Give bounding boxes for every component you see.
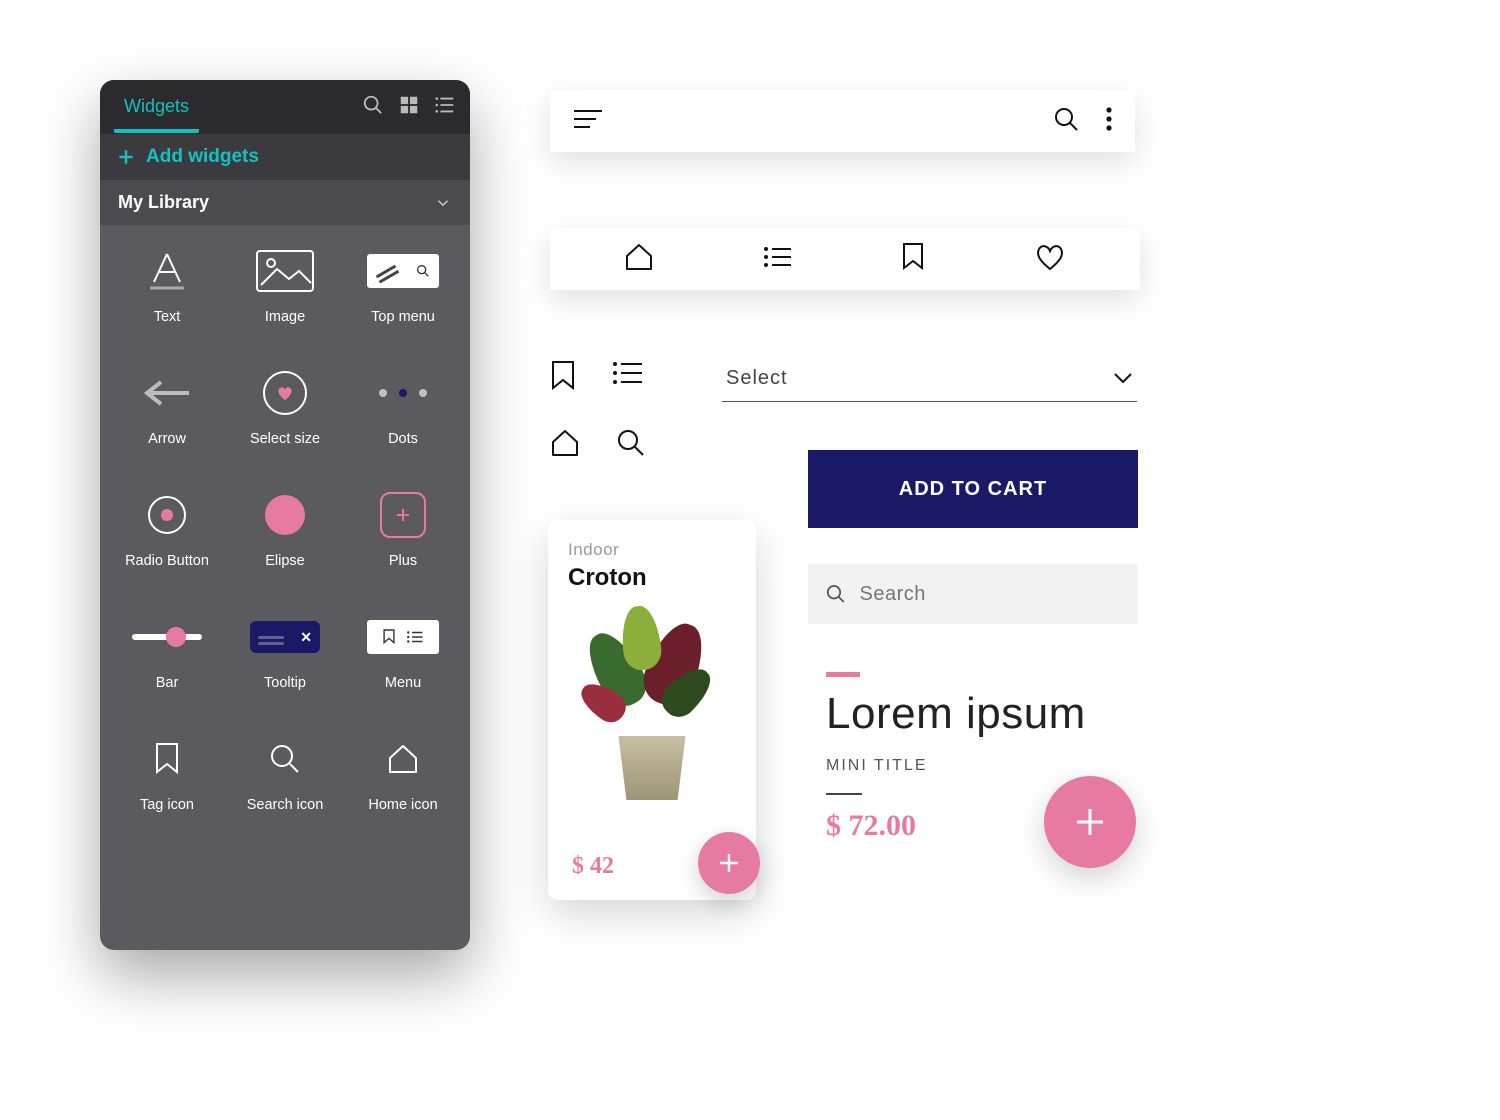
plus-box-icon — [367, 487, 439, 543]
search-icon — [826, 583, 846, 605]
widget-home-icon[interactable]: Home icon — [344, 731, 462, 847]
add-widgets-button[interactable]: Add widgets — [100, 134, 470, 180]
list-icon[interactable] — [612, 360, 644, 397]
widget-tag-icon[interactable]: Tag icon — [108, 731, 226, 847]
search-icon[interactable] — [1053, 106, 1079, 137]
widget-label: Dots — [388, 431, 418, 447]
home-icon[interactable] — [550, 428, 580, 463]
ellipse-icon — [249, 487, 321, 543]
select-dropdown[interactable]: Select — [722, 362, 1137, 402]
slider-icon — [131, 609, 203, 665]
bookmark-icon — [131, 731, 203, 787]
home-icon[interactable] — [624, 242, 654, 277]
home-icon — [367, 731, 439, 787]
page-title: Lorem ipsum — [826, 689, 1086, 739]
widget-label: Select size — [250, 431, 320, 447]
widget-label: Plus — [389, 553, 417, 569]
widget-label: Elipse — [265, 553, 305, 569]
add-widgets-label: Add widgets — [146, 146, 259, 168]
product-image — [572, 610, 732, 800]
accent-bar — [826, 672, 860, 677]
widget-dots[interactable]: Dots — [344, 365, 462, 481]
list-icon[interactable] — [763, 245, 793, 274]
widget-bar[interactable]: Bar — [108, 609, 226, 725]
plus-icon — [1073, 805, 1107, 839]
search-icon[interactable] — [616, 428, 646, 463]
widget-text[interactable]: Text — [108, 243, 226, 359]
widget-label: Tag icon — [140, 797, 194, 813]
search-icon — [249, 731, 321, 787]
panel-topbar: Widgets — [100, 80, 470, 134]
widget-label: Bar — [156, 675, 179, 691]
radio-icon — [131, 487, 203, 543]
chevron-down-icon — [1113, 372, 1133, 386]
bookmark-icon[interactable] — [901, 242, 925, 277]
widget-plus[interactable]: Plus — [344, 487, 462, 603]
section-label: My Library — [118, 192, 209, 213]
product-subtitle: Indoor — [568, 540, 736, 560]
divider — [826, 793, 862, 795]
widget-label: Home icon — [368, 797, 437, 813]
hamburger-icon[interactable] — [572, 107, 604, 136]
dots-icon — [367, 365, 439, 421]
bookmark-icon[interactable] — [550, 360, 576, 397]
widget-top-menu[interactable]: Top menu — [344, 243, 462, 359]
fab-add-button[interactable] — [1044, 776, 1136, 868]
widget-label: Top menu — [371, 309, 435, 325]
widget-label: Radio Button — [125, 553, 209, 569]
product-name: Croton — [568, 564, 736, 592]
widget-label: Search icon — [247, 797, 324, 813]
tooltip-icon: ✕ — [249, 609, 321, 665]
section-my-library[interactable]: My Library — [100, 180, 470, 225]
app-top-bar — [550, 90, 1135, 152]
widget-label: Tooltip — [264, 675, 306, 691]
bottom-nav-bar — [550, 228, 1140, 290]
widget-label: Menu — [385, 675, 421, 691]
more-vertical-icon[interactable] — [1105, 106, 1113, 137]
menu-icon — [367, 609, 439, 665]
product-card[interactable]: Indoor Croton $ 42 — [548, 520, 756, 900]
widget-select-size[interactable]: Select size — [226, 365, 344, 481]
widget-tooltip[interactable]: ✕ Tooltip — [226, 609, 344, 725]
library-grid: Text Image Top menu — [100, 225, 470, 865]
product-add-button[interactable] — [698, 832, 760, 894]
top-menu-icon — [367, 243, 439, 299]
widget-radio-button[interactable]: Radio Button — [108, 487, 226, 603]
widget-label: Image — [265, 309, 305, 325]
grid-view-icon[interactable] — [398, 94, 420, 121]
chevron-down-icon — [434, 194, 452, 212]
widgets-panel: Widgets Add widgets My Library — [100, 80, 470, 950]
arrow-left-icon — [131, 365, 203, 421]
plus-icon — [717, 851, 741, 875]
widget-menu[interactable]: Menu — [344, 609, 462, 725]
widget-elipse[interactable]: Elipse — [226, 487, 344, 603]
widget-arrow[interactable]: Arrow — [108, 365, 226, 481]
heart-circle-icon — [249, 365, 321, 421]
product-price: $ 42 — [572, 853, 614, 880]
text-icon — [131, 243, 203, 299]
search-box[interactable] — [808, 564, 1138, 624]
list-view-icon[interactable] — [434, 94, 456, 121]
mini-title: MINI TITLE — [826, 757, 1086, 775]
tab-widgets[interactable]: Widgets — [114, 82, 199, 133]
search-input[interactable] — [860, 583, 1121, 606]
select-label: Select — [726, 367, 788, 390]
plus-icon — [116, 147, 136, 167]
widget-label: Arrow — [148, 431, 186, 447]
widget-image[interactable]: Image — [226, 243, 344, 359]
add-to-cart-button[interactable]: ADD TO CART — [808, 450, 1138, 528]
widget-label: Text — [154, 309, 181, 325]
image-icon — [249, 243, 321, 299]
heart-icon[interactable] — [1034, 243, 1066, 276]
search-icon[interactable] — [362, 94, 384, 121]
cart-button-label: ADD TO CART — [899, 478, 1047, 501]
widget-search-icon[interactable]: Search icon — [226, 731, 344, 847]
